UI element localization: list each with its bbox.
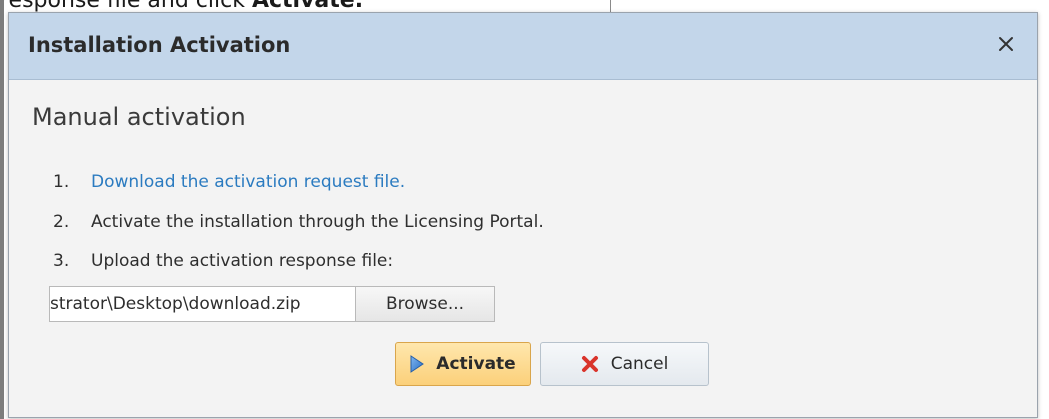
file-path-input[interactable]: strator\Desktop\download.zip <box>49 286 355 322</box>
step-number: 1. <box>53 172 70 192</box>
step-2: 2. Activate the installation through the … <box>53 212 544 232</box>
download-request-file-link[interactable]: Download the activation request file. <box>91 172 405 192</box>
dialog-title: Installation Activation <box>28 33 291 57</box>
step-text: Activate the installation through the Li… <box>91 212 544 232</box>
browse-button[interactable]: Browse... <box>355 286 495 322</box>
installation-activation-dialog: Installation Activation Manual activatio… <box>8 12 1038 418</box>
play-arrow-icon <box>410 355 425 373</box>
step-number: 2. <box>53 212 70 232</box>
dialog-titlebar: Installation Activation <box>9 13 1037 80</box>
red-x-icon <box>581 355 599 373</box>
cancel-button[interactable]: Cancel <box>540 342 709 386</box>
step-3: 3. Upload the activation response file: <box>53 251 393 271</box>
section-heading: Manual activation <box>32 103 246 131</box>
file-path-value: strator\Desktop\download.zip <box>50 294 301 314</box>
activate-button[interactable]: Activate <box>395 342 531 386</box>
step-number: 3. <box>53 251 70 271</box>
close-icon <box>999 37 1013 51</box>
cancel-label: Cancel <box>610 354 669 374</box>
close-button[interactable] <box>991 29 1021 59</box>
background-divider <box>0 0 4 419</box>
step-text: Upload the activation response file: <box>91 251 394 271</box>
step-1: 1. Download the activation request file. <box>53 172 405 192</box>
activate-label: Activate <box>436 354 516 374</box>
